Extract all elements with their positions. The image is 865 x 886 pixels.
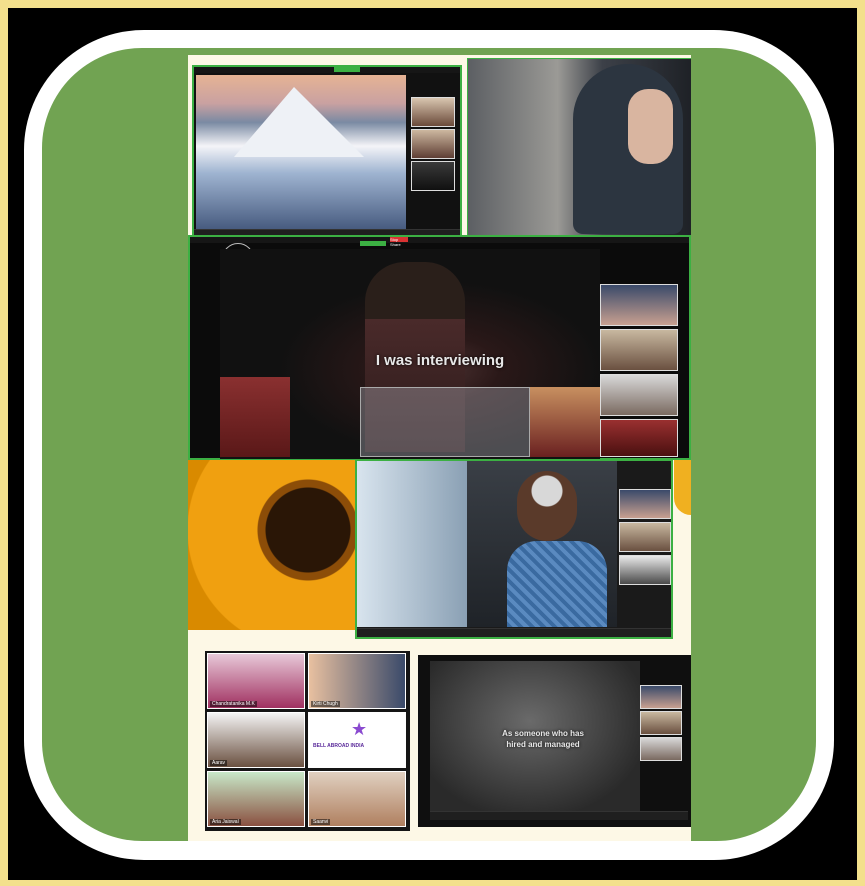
audience-left xyxy=(220,377,290,457)
taskbar xyxy=(430,811,688,820)
podium xyxy=(360,387,530,457)
sharing-indicator xyxy=(360,241,386,246)
gallery-view: Chandratanika M.K Kirti Chugh Aarav ★ BE… xyxy=(205,651,410,831)
participant-name: Aria Jaiswal xyxy=(210,819,241,825)
participant-name: Aarav xyxy=(210,760,228,766)
mandela-head xyxy=(517,471,577,541)
stop-share-label: Stop Share xyxy=(390,237,401,247)
video-caption-line1: As someone who has xyxy=(502,729,584,738)
participant-thumbnail[interactable] xyxy=(619,489,671,519)
banner-text: BELL ABROAD INDIA xyxy=(313,743,365,749)
participant-thumbnail[interactable] xyxy=(619,555,671,585)
screenshot-collage: Stop Share outcome I was interviewing Ch… xyxy=(188,55,691,841)
participant-name: Kirti Chugh xyxy=(311,701,340,707)
mountain-peak xyxy=(234,87,364,157)
sunflower-petal xyxy=(674,455,691,515)
window-titlebar: Stop Share xyxy=(190,237,689,247)
gallery-tile[interactable]: Chandratanika M.K xyxy=(207,653,305,709)
participant-thumbnail[interactable] xyxy=(640,737,682,761)
participant-thumbnail[interactable] xyxy=(600,374,678,416)
participant-thumbnail[interactable] xyxy=(411,129,455,159)
mountain-window[interactable] xyxy=(192,65,462,240)
main-speaker-window[interactable]: Stop Share outcome I was interviewing xyxy=(188,235,691,460)
participant-thumbnail[interactable] xyxy=(619,522,671,552)
hoodie-window[interactable] xyxy=(467,58,691,236)
meeting-window[interactable]: As someone who has hired and managed xyxy=(418,655,691,827)
participant-thumbnail[interactable] xyxy=(600,419,678,457)
sharing-indicator xyxy=(334,67,360,72)
mandela-window[interactable] xyxy=(355,459,673,639)
window-titlebar xyxy=(194,67,460,73)
gallery-tile[interactable]: Saanvi xyxy=(308,771,406,827)
participant-thumbnail[interactable] xyxy=(600,329,678,371)
audience-right xyxy=(530,387,600,457)
video-caption: I was interviewing xyxy=(375,352,505,369)
gallery-tile[interactable]: Aria Jaiswal xyxy=(207,771,305,827)
star-logo-icon: ★ xyxy=(351,719,368,739)
gallery-tile[interactable]: Kirti Chugh xyxy=(308,653,406,709)
participant-thumbnail[interactable] xyxy=(600,284,678,326)
participant-name: Saanvi xyxy=(311,819,331,825)
face-shape xyxy=(628,89,673,164)
participant-name: Chandratanika M.K xyxy=(210,701,257,707)
gallery-tile[interactable]: Aarav xyxy=(207,712,305,768)
mandela-shirt xyxy=(507,541,607,627)
sunflower-image xyxy=(188,440,358,630)
window-view xyxy=(357,461,467,627)
stop-share-button[interactable]: Stop Share xyxy=(390,237,408,247)
gallery-tile[interactable]: ★ BELL ABROAD INDIA xyxy=(308,712,406,768)
participant-thumbnail[interactable] xyxy=(411,97,455,127)
participant-thumbnail[interactable] xyxy=(411,161,455,191)
video-caption-line2: hired and managed xyxy=(506,740,580,749)
participant-thumbnail[interactable] xyxy=(640,711,682,735)
taskbar xyxy=(357,628,671,637)
participant-thumbnail[interactable] xyxy=(640,685,682,709)
